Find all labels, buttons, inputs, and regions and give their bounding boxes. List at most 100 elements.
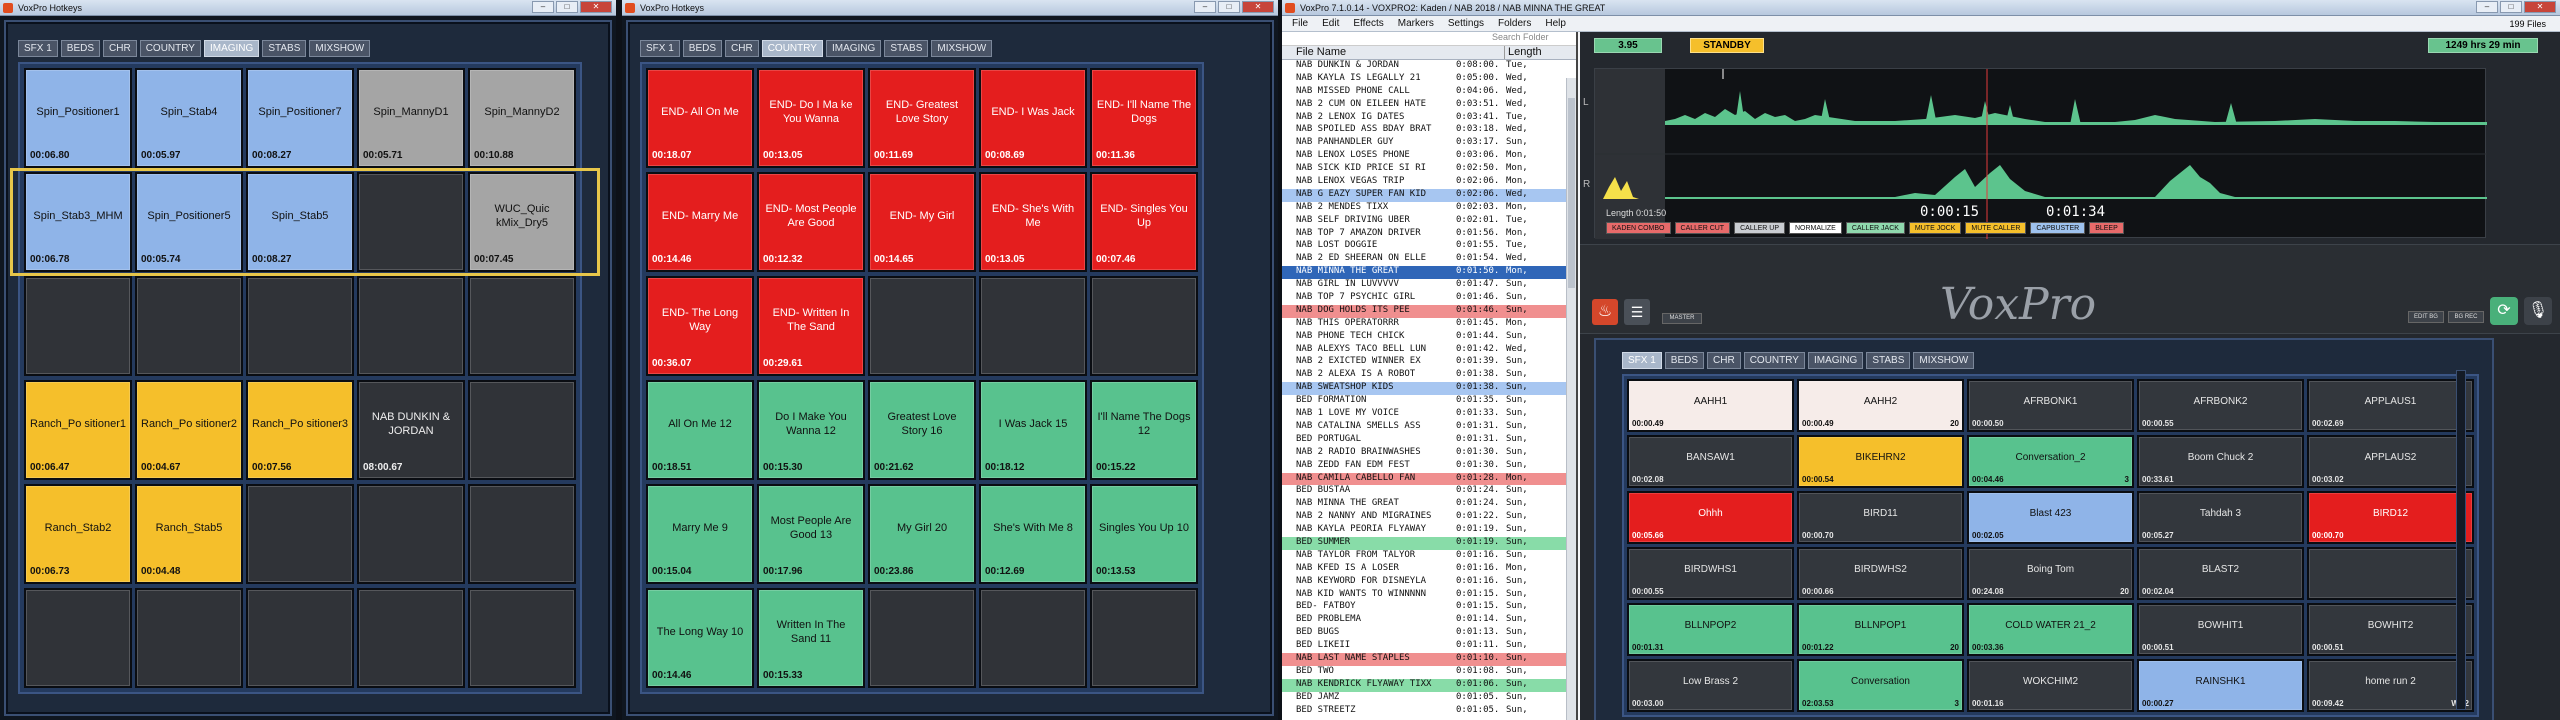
file-row[interactable]: NAB 2 RADIO BRAINWASHES 0:01:30. Sun, bbox=[1282, 447, 1576, 460]
hotkey-cell[interactable]: Ranch_Stab2 00:06.73 bbox=[24, 484, 132, 584]
tab-mixshow[interactable]: MIXSHOW bbox=[309, 40, 371, 57]
minimize-button[interactable]: – bbox=[1194, 1, 1216, 13]
hotkey-cell[interactable] bbox=[468, 380, 576, 480]
hotkey-cell[interactable]: All On Me 12 00:18.51 bbox=[646, 380, 754, 480]
file-row[interactable]: NAB MINNA THE GREAT 0:01:50. Mon, bbox=[1282, 266, 1576, 280]
file-row[interactable]: NAB 1 LOVE MY VOICE 0:01:33. Sun, bbox=[1282, 408, 1576, 421]
tab-mixshow[interactable]: MIXSHOW bbox=[931, 40, 993, 57]
hotkey-cell[interactable]: END- The Long Way 00:36.07 bbox=[646, 276, 754, 376]
flame-icon[interactable]: ♨ bbox=[1592, 299, 1618, 325]
file-row[interactable]: NAB SELF DRIVING UBER 0:02:01. Tue, bbox=[1282, 215, 1576, 228]
hotkey-cell[interactable] bbox=[468, 276, 576, 376]
list-icon[interactable]: ☰ bbox=[1624, 299, 1650, 325]
file-row[interactable]: NAB ZEDD FAN EDM FEST 0:01:30. Sun, bbox=[1282, 460, 1576, 473]
microphone-icon[interactable]: 🎙 bbox=[2524, 297, 2552, 325]
marker-button[interactable]: MUTE CALLER bbox=[1965, 222, 2027, 234]
menu-edit[interactable]: Edit bbox=[1322, 18, 1339, 29]
hotkey-cell[interactable]: AAHH1 00:00.49 bbox=[1627, 379, 1794, 432]
tab-stabs[interactable]: STABS bbox=[884, 40, 929, 57]
hotkey-cell[interactable] bbox=[979, 588, 1087, 688]
marker-button[interactable]: MUTE JOCK bbox=[1908, 222, 1962, 234]
hotkey-cell[interactable]: AFRBONK2 00:00.55 bbox=[2137, 379, 2304, 432]
col-file-name[interactable]: File Name bbox=[1282, 46, 1504, 59]
tab-chr[interactable]: CHR bbox=[1707, 352, 1741, 369]
tab-beds[interactable]: BEDS bbox=[1664, 352, 1705, 369]
file-row[interactable]: NAB LENOX LOSES PHONE 0:03:06. Mon, bbox=[1282, 150, 1576, 163]
marker-button[interactable]: BLEEP bbox=[2089, 222, 2124, 234]
file-row[interactable]: NAB THIS OPERATORRR 0:01:45. Mon, bbox=[1282, 318, 1576, 331]
file-row[interactable]: BED SUMMER 0:01:19. Sun, bbox=[1282, 536, 1576, 550]
hotkey-cell[interactable] bbox=[24, 588, 132, 688]
hotkey-cell[interactable]: Conversation_2 00:04.46 3 bbox=[1967, 435, 2134, 488]
hotkey-cell[interactable]: BANSAW1 00:02.08 bbox=[1627, 435, 1794, 488]
tab-country[interactable]: COUNTRY bbox=[761, 40, 823, 57]
file-row[interactable]: BED PORTUGAL 0:01:31. Sun, bbox=[1282, 434, 1576, 447]
file-row[interactable]: NAB 2 ED SHEERAN ON ELLE 0:01:54. Wed, bbox=[1282, 253, 1576, 266]
file-row[interactable]: NAB LENOX VEGAS TRIP 0:02:06. Mon, bbox=[1282, 176, 1576, 189]
hotkey-cell[interactable]: BOWHIT1 00:00.51 bbox=[2137, 603, 2304, 656]
hotkey-cell[interactable]: AFRBONK1 00:00.50 bbox=[1967, 379, 2134, 432]
hotkey-cell[interactable]: Spin_Positioner7 00:08.27 bbox=[246, 68, 354, 168]
menu-settings[interactable]: Settings bbox=[1448, 18, 1484, 29]
hotkey-cell[interactable]: Low Brass 2 00:03.00 bbox=[1627, 659, 1794, 712]
file-row[interactable]: NAB TOP 7 AMAZON DRIVER 0:01:56. Mon, bbox=[1282, 228, 1576, 241]
hotkey-cell[interactable]: BLLNPOP2 00:01.31 bbox=[1627, 603, 1794, 656]
file-row[interactable]: NAB TAYLOR FROM TALYOR 0:01:16. Sun, bbox=[1282, 550, 1576, 563]
hotkey-cell[interactable]: Ohhh 00:05.66 bbox=[1627, 491, 1794, 544]
tab-stabs[interactable]: STABS bbox=[262, 40, 307, 57]
hotkey-cell[interactable]: Do I Make You Wanna 12 00:15.30 bbox=[757, 380, 865, 480]
hotkey-cell[interactable]: AAHH2 00:00.49 20 bbox=[1797, 379, 1964, 432]
hotkey-cell[interactable]: END- Written In The Sand 00:29.61 bbox=[757, 276, 865, 376]
minimize-button[interactable]: – bbox=[532, 1, 554, 13]
hotkey-cell[interactable]: Spin_Stab3_MHM 00:06.78 bbox=[24, 172, 132, 272]
file-row[interactable]: NAB 2 LENOX IG DATES 0:03:41. Tue, bbox=[1282, 112, 1576, 125]
file-row[interactable]: BED LIKEII 0:01:11. Sun, bbox=[1282, 640, 1576, 653]
tab-sfx-1[interactable]: SFX 1 bbox=[640, 40, 680, 57]
hotkey-cell[interactable]: Spin_Stab4 00:05.97 bbox=[135, 68, 243, 168]
marker-button[interactable]: CALLER JACK bbox=[1845, 222, 1905, 234]
menu-markers[interactable]: Markers bbox=[1398, 18, 1434, 29]
file-row[interactable]: NAB SICK KID PRICE SI RI 0:02:50. Mon, bbox=[1282, 163, 1576, 176]
hotkey-cell[interactable]: APPLAUS1 00:02.69 bbox=[2307, 379, 2474, 432]
hotkey-cell[interactable]: BIRDWHS1 00:00.55 bbox=[1627, 547, 1794, 600]
hotkey-cell[interactable]: The Long Way 10 00:14.46 bbox=[646, 588, 754, 688]
hotkey-cell[interactable]: Tahdah 3 00:05.27 bbox=[2137, 491, 2304, 544]
tab-beds[interactable]: BEDS bbox=[60, 40, 101, 57]
tab-imaging[interactable]: IMAGING bbox=[825, 40, 882, 57]
hotkey-cell[interactable]: END- All On Me 00:18.07 bbox=[646, 68, 754, 168]
file-row[interactable]: BED JAMZ 0:01:05. Sun, bbox=[1282, 692, 1576, 705]
tab-chr[interactable]: CHR bbox=[103, 40, 137, 57]
hotkey-cell[interactable]: BIKEHRN2 00:00.54 bbox=[1797, 435, 1964, 488]
marker-button[interactable]: CALLER UP bbox=[1734, 222, 1785, 234]
hotkey-cell[interactable] bbox=[135, 588, 243, 688]
marker-button[interactable]: CAPBUSTER bbox=[2030, 222, 2086, 234]
waveform-display[interactable]: L R bbox=[1583, 68, 2487, 239]
col-length[interactable]: Length bbox=[1504, 46, 1564, 59]
hotkey-cell[interactable]: Most People Are Good 13 00:17.96 bbox=[757, 484, 865, 584]
hotkey-cell[interactable]: COLD WATER 21_2 00:03.36 bbox=[1967, 603, 2134, 656]
marker-button[interactable]: NORMALIZE bbox=[1789, 222, 1842, 234]
tab-stabs[interactable]: STABS bbox=[1866, 352, 1911, 369]
file-row[interactable]: NAB MINNA THE GREAT 0:01:24. Sun, bbox=[1282, 498, 1576, 511]
hotkey-cell[interactable]: END- She's With Me 00:13.05 bbox=[979, 172, 1087, 272]
hotkey-cell[interactable]: END- Most People Are Good 00:12.32 bbox=[757, 172, 865, 272]
file-row[interactable]: NAB LAST NAME STAPLES 0:01:10. Sun, bbox=[1282, 652, 1576, 666]
file-row[interactable]: NAB SWEATSHOP KIDS 0:01:38. Sun, bbox=[1282, 382, 1576, 396]
tab-mixshow[interactable]: MIXSHOW bbox=[1913, 352, 1975, 369]
file-row[interactable]: NAB GIRL IN LUVVVVV 0:01:47. Sun, bbox=[1282, 279, 1576, 292]
hotkey-cell[interactable]: Written In The Sand 11 00:15.33 bbox=[757, 588, 865, 688]
hotkey-cell[interactable] bbox=[357, 172, 465, 272]
hotkey-cell[interactable] bbox=[135, 276, 243, 376]
marker-button[interactable]: CALLER CUT bbox=[1674, 222, 1731, 234]
hotkey-cell[interactable]: END- Marry Me 00:14.46 bbox=[646, 172, 754, 272]
hotkey-cell[interactable]: My Girl 20 00:23.86 bbox=[868, 484, 976, 584]
tab-imaging[interactable]: IMAGING bbox=[1807, 352, 1864, 369]
close-button[interactable]: ✕ bbox=[1242, 1, 1274, 13]
hotkey-cell[interactable] bbox=[246, 276, 354, 376]
file-row[interactable]: NAB PANHANDLER GUY 0:03:17. Sun, bbox=[1282, 137, 1576, 150]
file-row[interactable]: BED BUGS 0:01:13. Sun, bbox=[1282, 627, 1576, 640]
file-row[interactable]: NAB LOST DOGGIE 0:01:55. Tue, bbox=[1282, 240, 1576, 253]
hotkey-cell[interactable]: Spin_Stab5 00:08.27 bbox=[246, 172, 354, 272]
menu-help[interactable]: Help bbox=[1545, 18, 1566, 29]
hotkey-cell[interactable]: APPLAUS2 00:03.02 bbox=[2307, 435, 2474, 488]
